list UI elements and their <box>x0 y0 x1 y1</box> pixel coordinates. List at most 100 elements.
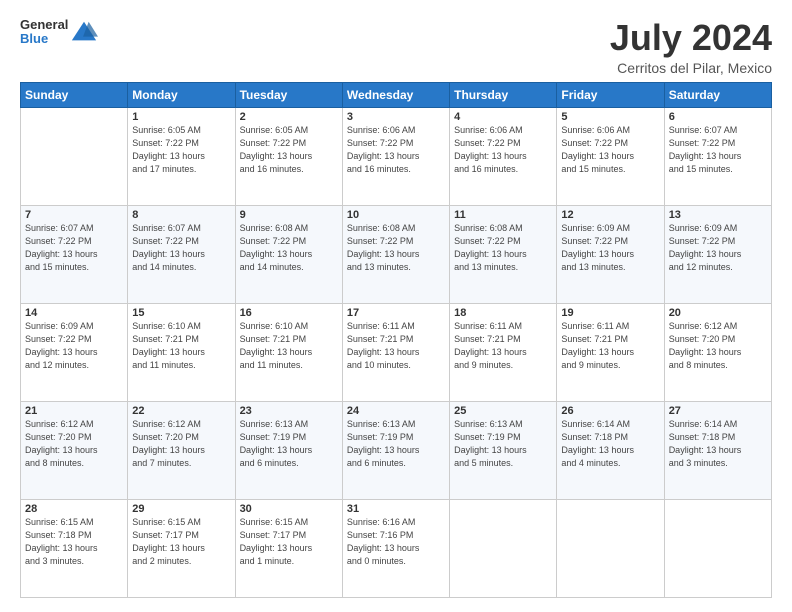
calendar-week-row: 21Sunrise: 6:12 AM Sunset: 7:20 PM Dayli… <box>21 401 772 499</box>
calendar-day-cell: 11Sunrise: 6:08 AM Sunset: 7:22 PM Dayli… <box>450 205 557 303</box>
calendar-day-cell: 28Sunrise: 6:15 AM Sunset: 7:18 PM Dayli… <box>21 499 128 597</box>
day-number: 28 <box>25 503 123 515</box>
calendar-day-cell: 19Sunrise: 6:11 AM Sunset: 7:21 PM Dayli… <box>557 303 664 401</box>
calendar-day-cell: 8Sunrise: 6:07 AM Sunset: 7:22 PM Daylig… <box>128 205 235 303</box>
day-info: Sunrise: 6:14 AM Sunset: 7:18 PM Dayligh… <box>561 418 659 470</box>
day-info: Sunrise: 6:11 AM Sunset: 7:21 PM Dayligh… <box>347 320 445 372</box>
calendar-day-cell: 31Sunrise: 6:16 AM Sunset: 7:16 PM Dayli… <box>342 499 449 597</box>
calendar-week-row: 1Sunrise: 6:05 AM Sunset: 7:22 PM Daylig… <box>21 107 772 205</box>
calendar-day-cell: 2Sunrise: 6:05 AM Sunset: 7:22 PM Daylig… <box>235 107 342 205</box>
day-number: 8 <box>132 209 230 221</box>
title-block: July 2024 Cerritos del Pilar, Mexico <box>610 18 772 76</box>
calendar-header-cell: Thursday <box>450 82 557 107</box>
day-number: 29 <box>132 503 230 515</box>
calendar-day-cell: 6Sunrise: 6:07 AM Sunset: 7:22 PM Daylig… <box>664 107 771 205</box>
day-info: Sunrise: 6:06 AM Sunset: 7:22 PM Dayligh… <box>347 124 445 176</box>
calendar-header-cell: Wednesday <box>342 82 449 107</box>
calendar-day-cell: 27Sunrise: 6:14 AM Sunset: 7:18 PM Dayli… <box>664 401 771 499</box>
calendar-day-cell <box>450 499 557 597</box>
logo-line2: Blue <box>20 32 68 46</box>
day-number: 7 <box>25 209 123 221</box>
calendar-day-cell: 15Sunrise: 6:10 AM Sunset: 7:21 PM Dayli… <box>128 303 235 401</box>
day-number: 17 <box>347 307 445 319</box>
day-info: Sunrise: 6:09 AM Sunset: 7:22 PM Dayligh… <box>561 222 659 274</box>
page: General Blue July 2024 Cerritos del Pila… <box>0 0 792 612</box>
calendar-week-row: 7Sunrise: 6:07 AM Sunset: 7:22 PM Daylig… <box>21 205 772 303</box>
day-info: Sunrise: 6:14 AM Sunset: 7:18 PM Dayligh… <box>669 418 767 470</box>
calendar-header-cell: Tuesday <box>235 82 342 107</box>
calendar-day-cell: 24Sunrise: 6:13 AM Sunset: 7:19 PM Dayli… <box>342 401 449 499</box>
calendar-day-cell: 5Sunrise: 6:06 AM Sunset: 7:22 PM Daylig… <box>557 107 664 205</box>
day-info: Sunrise: 6:12 AM Sunset: 7:20 PM Dayligh… <box>25 418 123 470</box>
day-number: 27 <box>669 405 767 417</box>
day-number: 21 <box>25 405 123 417</box>
subtitle: Cerritos del Pilar, Mexico <box>610 60 772 76</box>
day-info: Sunrise: 6:06 AM Sunset: 7:22 PM Dayligh… <box>561 124 659 176</box>
day-info: Sunrise: 6:11 AM Sunset: 7:21 PM Dayligh… <box>454 320 552 372</box>
calendar-day-cell: 21Sunrise: 6:12 AM Sunset: 7:20 PM Dayli… <box>21 401 128 499</box>
calendar-day-cell: 18Sunrise: 6:11 AM Sunset: 7:21 PM Dayli… <box>450 303 557 401</box>
calendar-day-cell <box>21 107 128 205</box>
calendar-day-cell: 4Sunrise: 6:06 AM Sunset: 7:22 PM Daylig… <box>450 107 557 205</box>
day-number: 11 <box>454 209 552 221</box>
day-number: 12 <box>561 209 659 221</box>
calendar-day-cell: 29Sunrise: 6:15 AM Sunset: 7:17 PM Dayli… <box>128 499 235 597</box>
day-number: 5 <box>561 111 659 123</box>
day-info: Sunrise: 6:07 AM Sunset: 7:22 PM Dayligh… <box>669 124 767 176</box>
day-number: 25 <box>454 405 552 417</box>
day-number: 24 <box>347 405 445 417</box>
calendar-table: SundayMondayTuesdayWednesdayThursdayFrid… <box>20 82 772 598</box>
calendar-header-cell: Monday <box>128 82 235 107</box>
day-number: 13 <box>669 209 767 221</box>
calendar-day-cell <box>664 499 771 597</box>
day-info: Sunrise: 6:09 AM Sunset: 7:22 PM Dayligh… <box>669 222 767 274</box>
calendar-day-cell: 26Sunrise: 6:14 AM Sunset: 7:18 PM Dayli… <box>557 401 664 499</box>
day-number: 19 <box>561 307 659 319</box>
day-info: Sunrise: 6:13 AM Sunset: 7:19 PM Dayligh… <box>454 418 552 470</box>
day-number: 16 <box>240 307 338 319</box>
calendar-week-row: 28Sunrise: 6:15 AM Sunset: 7:18 PM Dayli… <box>21 499 772 597</box>
day-number: 14 <box>25 307 123 319</box>
calendar-day-cell: 7Sunrise: 6:07 AM Sunset: 7:22 PM Daylig… <box>21 205 128 303</box>
day-number: 18 <box>454 307 552 319</box>
day-number: 3 <box>347 111 445 123</box>
day-number: 4 <box>454 111 552 123</box>
day-number: 15 <box>132 307 230 319</box>
calendar-day-cell: 10Sunrise: 6:08 AM Sunset: 7:22 PM Dayli… <box>342 205 449 303</box>
calendar-header-row: SundayMondayTuesdayWednesdayThursdayFrid… <box>21 82 772 107</box>
day-info: Sunrise: 6:15 AM Sunset: 7:18 PM Dayligh… <box>25 516 123 568</box>
calendar-day-cell: 13Sunrise: 6:09 AM Sunset: 7:22 PM Dayli… <box>664 205 771 303</box>
calendar-header-cell: Saturday <box>664 82 771 107</box>
day-info: Sunrise: 6:15 AM Sunset: 7:17 PM Dayligh… <box>132 516 230 568</box>
day-number: 20 <box>669 307 767 319</box>
calendar-header-cell: Friday <box>557 82 664 107</box>
day-info: Sunrise: 6:07 AM Sunset: 7:22 PM Dayligh… <box>25 222 123 274</box>
calendar-day-cell: 12Sunrise: 6:09 AM Sunset: 7:22 PM Dayli… <box>557 205 664 303</box>
calendar-day-cell: 9Sunrise: 6:08 AM Sunset: 7:22 PM Daylig… <box>235 205 342 303</box>
day-number: 10 <box>347 209 445 221</box>
day-info: Sunrise: 6:11 AM Sunset: 7:21 PM Dayligh… <box>561 320 659 372</box>
day-info: Sunrise: 6:16 AM Sunset: 7:16 PM Dayligh… <box>347 516 445 568</box>
day-info: Sunrise: 6:12 AM Sunset: 7:20 PM Dayligh… <box>132 418 230 470</box>
day-number: 23 <box>240 405 338 417</box>
main-title: July 2024 <box>610 18 772 58</box>
calendar-day-cell: 3Sunrise: 6:06 AM Sunset: 7:22 PM Daylig… <box>342 107 449 205</box>
calendar-day-cell: 16Sunrise: 6:10 AM Sunset: 7:21 PM Dayli… <box>235 303 342 401</box>
day-number: 9 <box>240 209 338 221</box>
calendar-week-row: 14Sunrise: 6:09 AM Sunset: 7:22 PM Dayli… <box>21 303 772 401</box>
day-info: Sunrise: 6:10 AM Sunset: 7:21 PM Dayligh… <box>132 320 230 372</box>
calendar-day-cell: 14Sunrise: 6:09 AM Sunset: 7:22 PM Dayli… <box>21 303 128 401</box>
day-info: Sunrise: 6:05 AM Sunset: 7:22 PM Dayligh… <box>132 124 230 176</box>
day-info: Sunrise: 6:09 AM Sunset: 7:22 PM Dayligh… <box>25 320 123 372</box>
calendar-day-cell: 23Sunrise: 6:13 AM Sunset: 7:19 PM Dayli… <box>235 401 342 499</box>
day-info: Sunrise: 6:08 AM Sunset: 7:22 PM Dayligh… <box>240 222 338 274</box>
day-number: 31 <box>347 503 445 515</box>
calendar-day-cell: 25Sunrise: 6:13 AM Sunset: 7:19 PM Dayli… <box>450 401 557 499</box>
day-number: 6 <box>669 111 767 123</box>
day-info: Sunrise: 6:08 AM Sunset: 7:22 PM Dayligh… <box>454 222 552 274</box>
calendar-header-cell: Sunday <box>21 82 128 107</box>
logo-icon <box>70 18 98 46</box>
day-number: 2 <box>240 111 338 123</box>
day-info: Sunrise: 6:08 AM Sunset: 7:22 PM Dayligh… <box>347 222 445 274</box>
day-number: 22 <box>132 405 230 417</box>
